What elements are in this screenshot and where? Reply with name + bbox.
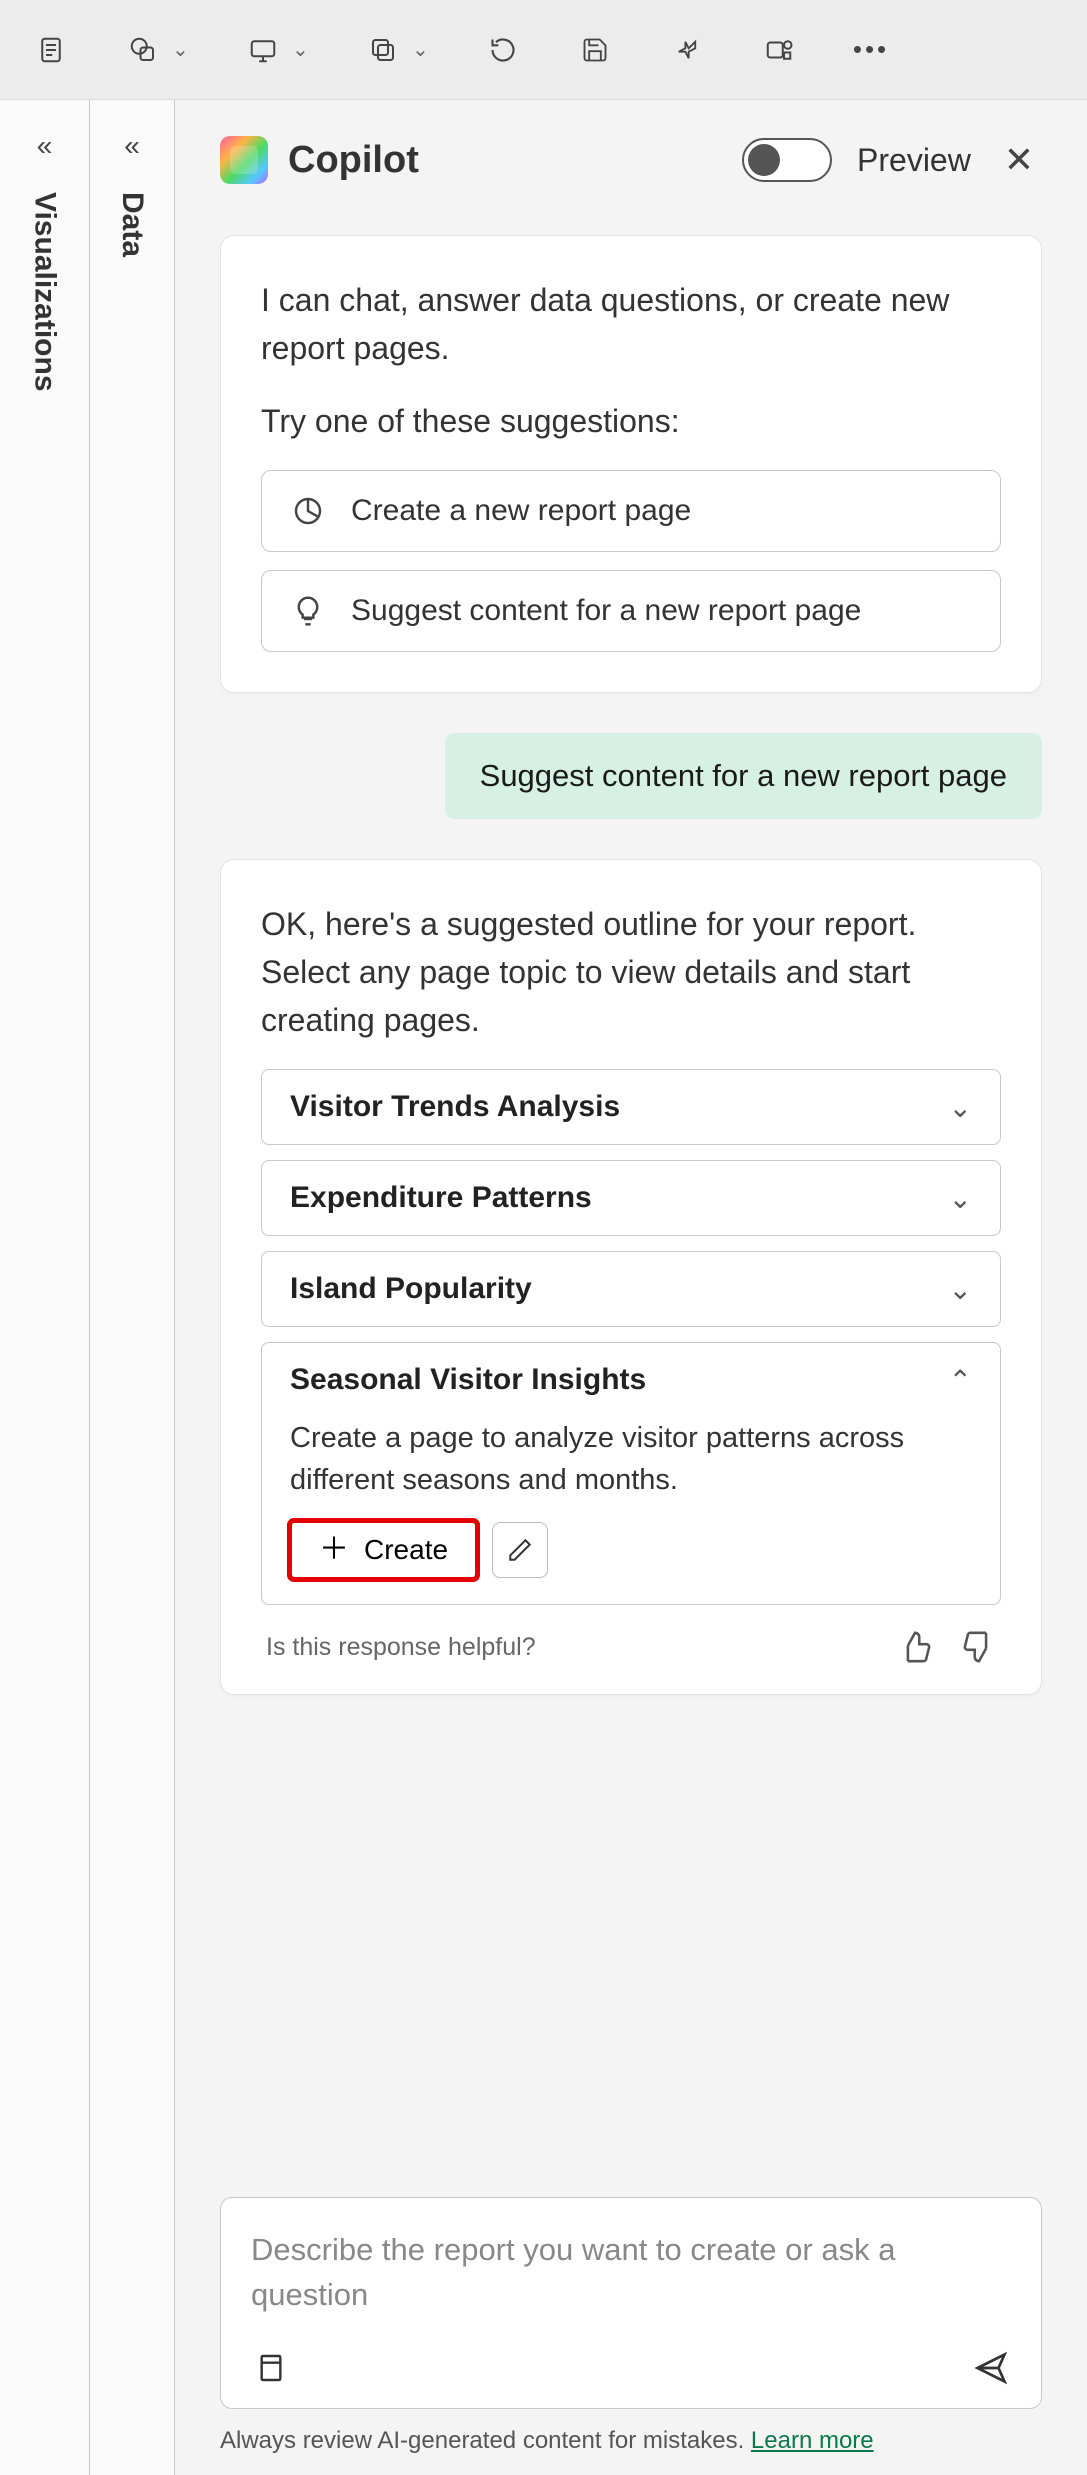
toolbar-paste-icon[interactable] bbox=[30, 29, 72, 71]
learn-more-link[interactable]: Learn more bbox=[751, 2427, 874, 2454]
top-toolbar: ⌄ ⌄ ⌄ ••• bbox=[0, 0, 1087, 100]
suggestion-create-report-button[interactable]: Create a new report page bbox=[261, 470, 1001, 552]
visualizations-tab[interactable]: « Visualizations bbox=[0, 100, 90, 2475]
chevron-down-icon: ⌄ bbox=[949, 1091, 972, 1124]
suggestion-suggest-content-button[interactable]: Suggest content for a new report page bbox=[261, 570, 1001, 652]
disclaimer-text: Always review AI-generated content for m… bbox=[220, 2427, 751, 2454]
notebook-icon[interactable] bbox=[251, 2348, 291, 2388]
chevron-down-icon: ⌄ bbox=[949, 1182, 972, 1215]
topic-visitor-trends[interactable]: Visitor Trends Analysis ⌄ bbox=[261, 1069, 1001, 1145]
topic-title: Expenditure Patterns bbox=[290, 1181, 592, 1215]
topic-island-popularity[interactable]: Island Popularity ⌄ bbox=[261, 1251, 1001, 1327]
topic-title: Seasonal Visitor Insights bbox=[290, 1363, 646, 1397]
send-icon[interactable] bbox=[971, 2348, 1011, 2388]
close-icon[interactable]: ✕ bbox=[996, 135, 1042, 185]
create-label: Create bbox=[364, 1534, 448, 1566]
collapse-chevron-icon[interactable]: « bbox=[37, 130, 53, 162]
toolbar-pin-icon[interactable] bbox=[666, 29, 708, 71]
ai-disclaimer: Always review AI-generated content for m… bbox=[220, 2427, 1042, 2455]
toggle-knob bbox=[748, 144, 780, 176]
chevron-down-icon[interactable]: ⌄ bbox=[412, 37, 432, 62]
copilot-title: Copilot bbox=[288, 139, 419, 182]
outline-intro: OK, here's a suggested outline for your … bbox=[261, 900, 1001, 1044]
toolbar-copy-icon[interactable] bbox=[362, 29, 404, 71]
data-tab[interactable]: « Data bbox=[90, 100, 175, 2475]
intro-text-2: Try one of these suggestions: bbox=[261, 397, 1001, 445]
user-message: Suggest content for a new report page bbox=[445, 733, 1042, 819]
suggestion-label: Create a new report page bbox=[351, 494, 691, 528]
topic-description: Create a page to analyze visitor pattern… bbox=[290, 1417, 972, 1501]
prompt-input-box[interactable]: Describe the report you want to create o… bbox=[220, 2197, 1042, 2409]
preview-label: Preview bbox=[857, 142, 971, 179]
data-label: Data bbox=[115, 192, 149, 257]
prompt-placeholder: Describe the report you want to create o… bbox=[251, 2228, 1011, 2318]
chevron-down-icon: ⌄ bbox=[949, 1273, 972, 1306]
feedback-question: Is this response helpful? bbox=[266, 1633, 536, 1662]
thumbs-up-icon[interactable] bbox=[898, 1630, 932, 1664]
visualizations-label: Visualizations bbox=[28, 192, 62, 392]
copilot-logo-icon bbox=[220, 136, 268, 184]
thumbs-down-icon[interactable] bbox=[962, 1630, 996, 1664]
collapse-chevron-icon[interactable]: « bbox=[124, 130, 140, 162]
lightbulb-icon bbox=[290, 593, 326, 629]
chevron-up-icon: ⌃ bbox=[949, 1364, 972, 1397]
suggestion-label: Suggest content for a new report page bbox=[351, 594, 861, 628]
preview-toggle[interactable] bbox=[742, 138, 832, 182]
toolbar-present-icon[interactable] bbox=[242, 29, 284, 71]
topic-body: Create a page to analyze visitor pattern… bbox=[262, 1417, 1000, 1604]
toolbar-more-icon[interactable]: ••• bbox=[850, 29, 892, 71]
topic-title: Island Popularity bbox=[290, 1272, 532, 1306]
intro-text-1: I can chat, answer data questions, or cr… bbox=[261, 276, 1001, 372]
edit-button[interactable] bbox=[492, 1522, 548, 1578]
toolbar-save-icon[interactable] bbox=[574, 29, 616, 71]
pencil-icon bbox=[507, 1537, 533, 1563]
create-button-highlight: ＋ Create bbox=[290, 1521, 477, 1579]
topic-seasonal-insights[interactable]: Seasonal Visitor Insights ⌃ Create a pag… bbox=[261, 1342, 1001, 1605]
toolbar-shape-icon[interactable] bbox=[122, 29, 164, 71]
chevron-down-icon[interactable]: ⌄ bbox=[292, 37, 312, 62]
intro-message-card: I can chat, answer data questions, or cr… bbox=[220, 235, 1042, 693]
feedback-row: Is this response helpful? bbox=[261, 1630, 1001, 1664]
toolbar-refresh-icon[interactable] bbox=[482, 29, 524, 71]
outline-response-card: OK, here's a suggested outline for your … bbox=[220, 859, 1042, 1695]
copilot-header: Copilot Preview ✕ bbox=[220, 135, 1042, 185]
plus-icon: ＋ bbox=[319, 1535, 349, 1565]
topic-title: Visitor Trends Analysis bbox=[290, 1090, 620, 1124]
create-button[interactable]: ＋ Create bbox=[290, 1521, 477, 1579]
chevron-down-icon[interactable]: ⌄ bbox=[172, 37, 192, 62]
copilot-pane: Copilot Preview ✕ I can chat, answer dat… bbox=[175, 100, 1087, 2475]
topic-expenditure-patterns[interactable]: Expenditure Patterns ⌄ bbox=[261, 1160, 1001, 1236]
toolbar-teams-icon[interactable] bbox=[758, 29, 800, 71]
pie-chart-icon bbox=[290, 493, 326, 529]
